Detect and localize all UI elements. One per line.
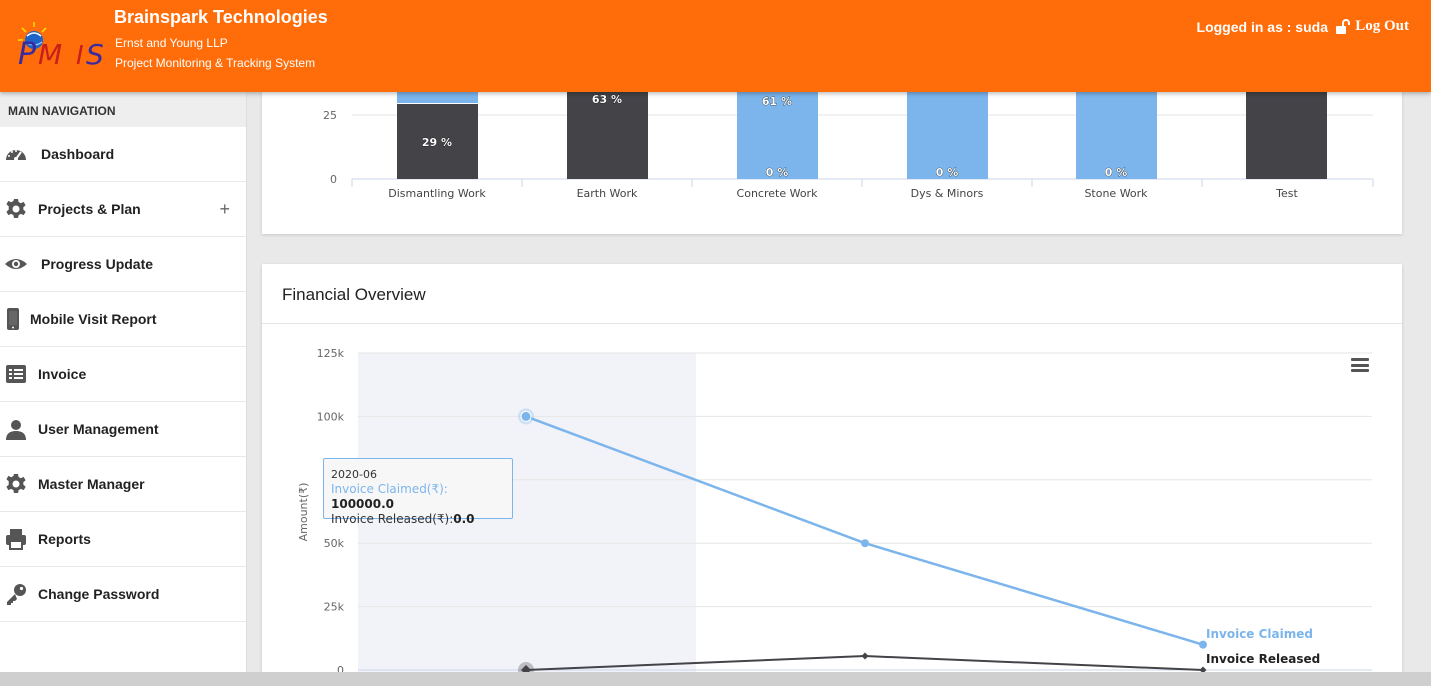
bar-test	[1246, 92, 1327, 179]
sidebar-item-label: Mobile Visit Report	[30, 311, 157, 327]
x-tick-label: Dismantling Work	[388, 187, 486, 200]
sidebar-item-user-management[interactable]: User Management	[0, 402, 246, 457]
gear-icon	[6, 199, 26, 218]
data-label: 0 %	[936, 166, 959, 179]
data-point	[861, 539, 869, 548]
user-icon	[6, 420, 26, 440]
sidebar-item-label: User Management	[38, 421, 159, 437]
data-label: 61 %	[762, 95, 792, 108]
sidebar-item-mobile-visit-report[interactable]: Mobile Visit Report	[0, 292, 246, 347]
list-icon	[6, 365, 26, 383]
y-tick-label: 125k	[317, 347, 345, 360]
data-label: 29 %	[422, 136, 452, 149]
sidebar: MAIN NAVIGATION Dashboard Projects & Pla…	[0, 92, 247, 686]
printer-icon	[6, 529, 26, 550]
logout-label: Log Out	[1355, 18, 1409, 34]
sidebar-item-master-manager[interactable]: Master Manager	[0, 457, 246, 512]
y-tick-label: 100k	[317, 410, 345, 423]
dashboard-icon	[6, 150, 26, 161]
top-header: P M I S Brainspark Technologies Ernst an…	[0, 0, 1431, 92]
chart-menu-icon[interactable]	[1351, 358, 1369, 372]
x-tick-label: Stone Work	[1084, 187, 1148, 200]
svg-text:M: M	[38, 38, 62, 70]
series-label-released: Invoice Released	[1206, 652, 1320, 666]
chart-tooltip: 2020-06 Invoice Claimed(₹): 100000.0 Inv…	[323, 458, 513, 526]
y-tick-label: 25	[323, 109, 337, 122]
sidebar-item-label: Projects & Plan	[38, 201, 141, 217]
sidebar-item-progress-update[interactable]: Progress Update	[0, 237, 246, 292]
sidebar-item-label: Progress Update	[41, 256, 154, 272]
y-tick-label: 0	[330, 173, 337, 186]
sidebar-item-label: Master Manager	[38, 476, 145, 492]
tooltip-released: Invoice Released(₹):0.0	[331, 512, 475, 526]
x-tick-label: Concrete Work	[737, 187, 819, 200]
series-label-claimed: Invoice Claimed	[1206, 627, 1313, 641]
data-point	[861, 652, 869, 660]
horizontal-scrollbar[interactable]	[0, 672, 1431, 686]
data-label: 0 %	[1105, 166, 1128, 179]
data-label: 0 %	[766, 166, 789, 179]
sidebar-item-invoice[interactable]: Invoice	[0, 347, 246, 402]
sidebar-item-reports[interactable]: Reports	[0, 512, 246, 567]
company-name: Brainspark Technologies	[114, 7, 328, 27]
svg-text:P: P	[18, 37, 37, 70]
data-label: 63 %	[592, 93, 622, 106]
logout-button[interactable]: Log Out	[1335, 18, 1409, 35]
mobile-icon	[7, 308, 19, 330]
data-point	[1199, 640, 1207, 649]
sidebar-item-label: Change Password	[38, 586, 160, 602]
tooltip-claimed: Invoice Claimed(₹): 100000.0	[331, 482, 448, 511]
gear-icon	[6, 474, 26, 493]
svg-text:S: S	[86, 38, 104, 70]
bar-dismantling-top	[397, 92, 478, 103]
svg-text:I: I	[76, 41, 84, 70]
tooltip-date: 2020-06	[331, 468, 377, 481]
y-tick-label: 25k	[324, 601, 345, 614]
sidebar-item-label: Dashboard	[41, 146, 115, 162]
x-tick-label: Dys & Minors	[911, 187, 984, 200]
progress-chart-panel: 25 0 29 % 63 % 61 % 0 % 0 % 0 % Dismantl…	[262, 92, 1402, 234]
client-name: Ernst and Young LLP	[115, 36, 228, 50]
expand-icon[interactable]: +	[219, 199, 230, 220]
sidebar-item-label: Reports	[38, 531, 91, 547]
x-tick-label: Test	[1275, 187, 1298, 200]
sidebar-item-label: Invoice	[38, 366, 87, 382]
sidebar-item-projects[interactable]: Projects & Plan +	[0, 182, 246, 237]
system-name: Project Monitoring & Tracking System	[115, 56, 316, 70]
logged-in-user: Logged in as : suda	[1196, 19, 1328, 35]
progress-chart: 25 0 29 % 63 % 61 % 0 % 0 % 0 % Dismantl…	[323, 92, 1374, 200]
sidebar-item-change-password[interactable]: Change Password	[0, 567, 246, 622]
x-tick-label: Earth Work	[577, 187, 638, 200]
unlock-icon	[1336, 18, 1351, 34]
sidebar-item-dashboard[interactable]: Dashboard	[0, 127, 246, 182]
y-tick-label: 50k	[324, 537, 345, 550]
eye-icon	[5, 259, 27, 269]
y-axis-title: Amount(₹)	[297, 483, 310, 542]
data-point	[520, 410, 532, 422]
nav-heading: MAIN NAVIGATION	[0, 92, 246, 127]
pmis-logo: P M I S	[18, 22, 104, 70]
key-icon	[7, 584, 26, 605]
